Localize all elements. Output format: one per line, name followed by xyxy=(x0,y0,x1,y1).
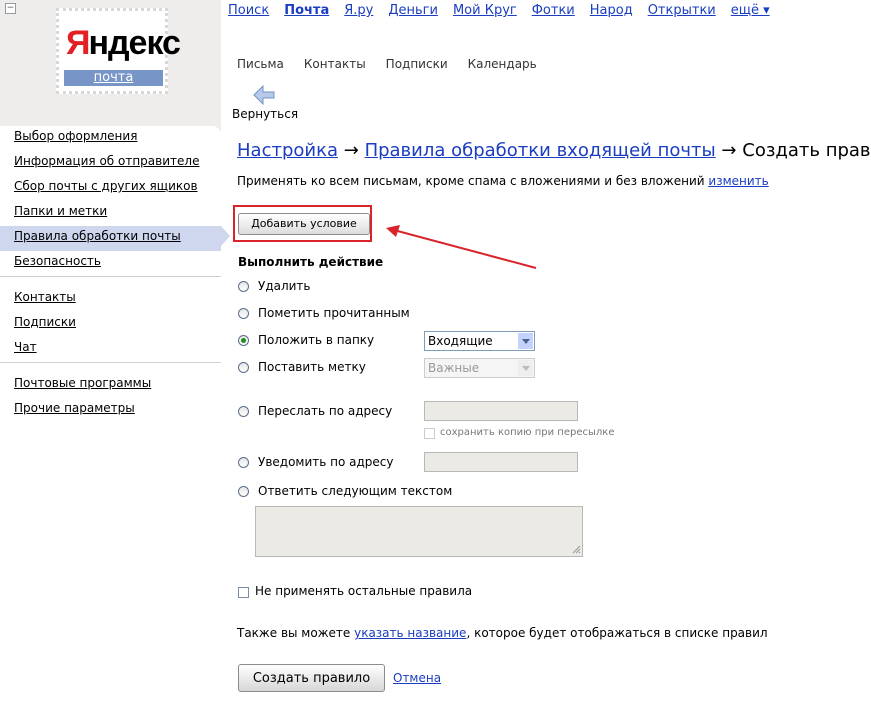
sidebar-item-sender-info[interactable]: Информация об отправителе xyxy=(0,151,221,176)
actions-title: Выполнить действие xyxy=(238,255,384,269)
breadcrumb-settings[interactable]: Настройка xyxy=(237,140,338,161)
tab-calendar[interactable]: Календарь xyxy=(468,57,537,71)
highlight-box xyxy=(233,205,372,242)
chevron-down-icon xyxy=(518,360,533,376)
resize-grip-icon[interactable] xyxy=(572,545,581,554)
page-title: Создать правило xyxy=(742,140,871,161)
radio-set-label[interactable] xyxy=(238,362,249,373)
breadcrumb-rules[interactable]: Правила обработки входящей почты xyxy=(365,140,716,161)
nav-yaru[interactable]: Я.ру xyxy=(344,3,373,18)
nav-cards[interactable]: Открытки xyxy=(648,3,716,18)
divider xyxy=(0,276,221,277)
nav-money[interactable]: Деньги xyxy=(388,3,438,18)
sidebar-item-subscriptions[interactable]: Подписки xyxy=(0,312,221,337)
radio-reply[interactable] xyxy=(238,486,249,497)
apply-scope: Применять ко всем письмам, кроме спама с… xyxy=(237,174,769,188)
radio-move-folder[interactable] xyxy=(238,335,249,346)
annotation-arrow-icon xyxy=(386,225,537,269)
tab-contacts[interactable]: Контакты xyxy=(304,57,366,71)
notify-address-field[interactable] xyxy=(424,452,578,472)
cancel-link[interactable]: Отмена xyxy=(393,671,441,685)
nav-mail[interactable]: Почта xyxy=(284,3,329,18)
radio-mark-read[interactable] xyxy=(238,308,249,319)
nav-search[interactable]: Поиск xyxy=(228,3,269,18)
back-arrow-icon[interactable] xyxy=(253,85,275,105)
sidebar-item-collect-mail[interactable]: Сбор почты с других ящиков xyxy=(0,176,221,201)
sidebar-item-mail-programs[interactable]: Почтовые программы xyxy=(0,373,221,398)
dont-apply-checkbox[interactable] xyxy=(238,587,249,598)
chevron-down-icon xyxy=(518,333,533,349)
sidebar-item-chat[interactable]: Чат xyxy=(0,337,221,362)
collapse-icon[interactable]: − xyxy=(5,3,16,14)
rule-name-hint: Также вы можете указать название, которо… xyxy=(237,626,768,640)
tab-subscriptions[interactable]: Подписки xyxy=(386,57,448,71)
back-link[interactable]: Вернуться xyxy=(232,107,298,121)
mail-logo-label[interactable]: почта xyxy=(64,70,163,86)
keep-copy-checkbox[interactable] xyxy=(424,428,435,439)
divider xyxy=(0,362,221,363)
yandex-logo[interactable]: Яндекс xyxy=(66,23,181,63)
sidebar-item-other-params[interactable]: Прочие параметры xyxy=(0,398,221,423)
sidebar-item-appearance[interactable]: Выбор оформления xyxy=(0,126,221,151)
radio-delete[interactable] xyxy=(238,281,249,292)
sidebar-item-folders-labels[interactable]: Папки и метки xyxy=(0,201,221,226)
reply-textarea[interactable] xyxy=(255,506,583,557)
mail-subnav: Письма Контакты Подписки Календарь xyxy=(237,57,557,71)
forward-address-field[interactable] xyxy=(424,401,578,421)
folder-select[interactable]: Входящие xyxy=(424,331,535,351)
sidebar-item-security[interactable]: Безопасность xyxy=(0,251,221,276)
change-scope-link[interactable]: изменить xyxy=(708,174,768,188)
services-nav: Поиск Почта Я.ру Деньги Мой Круг Фотки Народ От… xyxy=(228,3,785,18)
label-select[interactable]: Важные xyxy=(424,358,535,378)
set-name-link[interactable]: указать название xyxy=(354,626,466,640)
tab-letters[interactable]: Письма xyxy=(237,57,284,71)
breadcrumb: Настройка → Правила обработки входящей п… xyxy=(237,140,871,162)
radio-notify[interactable] xyxy=(238,457,249,468)
settings-menu: Выбор оформления Информация об отправите… xyxy=(0,126,230,707)
sidebar-item-contacts[interactable]: Контакты xyxy=(0,287,221,312)
create-rule-button[interactable]: Создать правило xyxy=(238,664,385,692)
sidebar-item-mail-rules[interactable]: Правила обработки почты xyxy=(0,226,230,251)
nav-moikrug[interactable]: Мой Круг xyxy=(453,3,517,18)
radio-forward[interactable] xyxy=(238,406,249,417)
nav-more[interactable]: ещё ▾ xyxy=(731,3,770,18)
nav-narod[interactable]: Народ xyxy=(590,3,633,18)
nav-photos[interactable]: Фотки xyxy=(532,3,575,18)
